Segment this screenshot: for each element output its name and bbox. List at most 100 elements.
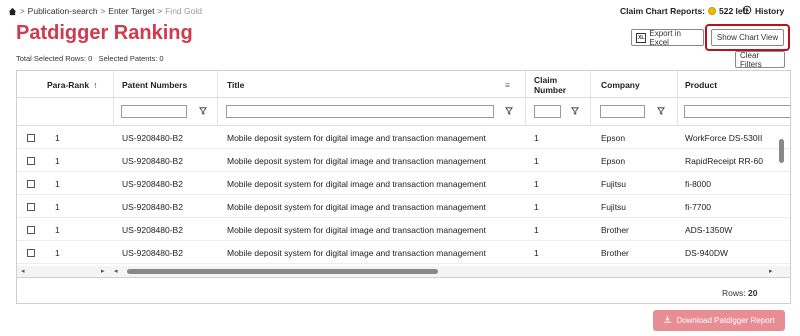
row-checkbox[interactable] bbox=[27, 133, 35, 142]
para-rank-label: Para-Rank bbox=[47, 79, 90, 90]
export-excel-button[interactable]: XL Export in Excel bbox=[631, 29, 704, 47]
company-cell: Epson bbox=[601, 155, 626, 166]
chevron-right-icon: > bbox=[157, 6, 163, 16]
para-rank-cell: 1 bbox=[55, 178, 60, 189]
product-cell: fi-7700 bbox=[685, 201, 711, 212]
company-cell: Brother bbox=[601, 247, 629, 258]
product-cell: ADS-1350W bbox=[685, 224, 733, 235]
rows-count-value: 20 bbox=[748, 288, 758, 298]
patent-number-cell: US-9208480-B2 bbox=[122, 247, 183, 258]
table-row[interactable]: 1 US-9208480-B2 Mobile deposit system fo… bbox=[17, 126, 790, 149]
claim-number-label: Claim Number bbox=[534, 74, 567, 95]
product-cell: WorkForce DS-530II bbox=[685, 132, 763, 143]
para-rank-cell: 1 bbox=[55, 132, 60, 143]
row-checkbox[interactable] bbox=[27, 156, 35, 165]
history-label: History bbox=[755, 6, 785, 16]
company-label: Company bbox=[601, 79, 640, 90]
chart-view-label: Show Chart View bbox=[716, 33, 779, 42]
table-header: Para-Rank ↑ Patent Numbers Title ≡ Claim… bbox=[17, 71, 790, 98]
column-menu-icon[interactable]: ≡ bbox=[505, 71, 510, 98]
download-label: Download Patdigger Report bbox=[676, 316, 775, 325]
title-label: Title bbox=[227, 79, 245, 90]
table-row[interactable]: 1 US-9208480-B2 Mobile deposit system fo… bbox=[17, 172, 790, 195]
sort-up-icon: ↑ bbox=[93, 79, 98, 90]
rows-label: Rows: bbox=[722, 288, 746, 298]
para-rank-cell: 1 bbox=[55, 155, 60, 166]
rows-count: Rows: 20 bbox=[722, 288, 757, 298]
selected-patents: Selected Patents: 0 bbox=[98, 54, 164, 63]
claim-number-cell: 1 bbox=[534, 178, 539, 189]
patent-number-cell: US-9208480-B2 bbox=[122, 178, 183, 189]
clear-filters-label: Clear Filters bbox=[740, 50, 762, 69]
patent-number-cell: US-9208480-B2 bbox=[122, 155, 183, 166]
claim-number-cell: 1 bbox=[534, 201, 539, 212]
breadcrumb-item-publication-search[interactable]: Publication-search bbox=[28, 6, 98, 16]
total-selected-rows: Total Selected Rows: 0 bbox=[16, 54, 93, 63]
row-checkbox[interactable] bbox=[27, 179, 35, 188]
company-filter-input[interactable] bbox=[600, 105, 645, 118]
title-filter-input[interactable] bbox=[226, 105, 494, 118]
top-bar: > Publication-search > Enter Target > Fi… bbox=[0, 0, 800, 22]
filter-icon[interactable] bbox=[505, 107, 513, 115]
column-header-company[interactable]: Company bbox=[601, 71, 640, 98]
column-header-patent-numbers[interactable]: Patent Numbers bbox=[122, 71, 187, 98]
title-cell: Mobile deposit system for digital image … bbox=[227, 224, 486, 235]
scroll-right-icon[interactable]: ▸ bbox=[101, 267, 105, 275]
scroll-left-icon[interactable]: ◂ bbox=[21, 267, 25, 275]
table-footer bbox=[16, 278, 791, 304]
patent-numbers-filter-input[interactable] bbox=[121, 105, 187, 118]
column-header-product[interactable]: Product bbox=[685, 71, 717, 98]
claim-number-filter-input[interactable] bbox=[534, 105, 561, 118]
row-checkbox[interactable] bbox=[27, 225, 35, 234]
reports-label: Claim Chart Reports: bbox=[620, 6, 706, 16]
vertical-scrollbar[interactable] bbox=[779, 139, 784, 163]
title-cell: Mobile deposit system for digital image … bbox=[227, 247, 486, 258]
filter-icon[interactable] bbox=[199, 107, 207, 115]
breadcrumb-item-find-gold: Find Gold bbox=[165, 6, 202, 16]
download-icon bbox=[663, 315, 672, 326]
row-checkbox[interactable] bbox=[27, 202, 35, 211]
column-header-para-rank[interactable]: Para-Rank ↑ bbox=[47, 71, 97, 98]
patent-number-cell: US-9208480-B2 bbox=[122, 132, 183, 143]
excel-icon: XL bbox=[636, 32, 647, 43]
scroll-left-icon[interactable]: ◂ bbox=[114, 267, 118, 275]
clear-filters-button[interactable]: Clear Filters bbox=[735, 50, 785, 69]
download-report-button[interactable]: Download Patdigger Report bbox=[653, 310, 785, 331]
filter-icon[interactable] bbox=[571, 107, 579, 115]
horizontal-scrollbar-thumb[interactable] bbox=[127, 269, 438, 274]
title-cell: Mobile deposit system for digital image … bbox=[227, 132, 486, 143]
chevron-right-icon: > bbox=[20, 6, 25, 16]
column-header-claim-number[interactable]: Claim Number bbox=[534, 71, 584, 98]
breadcrumb-item-enter-target[interactable]: Enter Target bbox=[108, 6, 154, 16]
breadcrumb: > Publication-search > Enter Target > Fi… bbox=[8, 6, 202, 16]
horizontal-scrollbar-track[interactable]: ◂ ▸ ◂ ▸ bbox=[17, 266, 790, 277]
table-row[interactable]: 1 US-9208480-B2 Mobile deposit system fo… bbox=[17, 195, 790, 218]
history-icon bbox=[742, 5, 752, 17]
title-cell: Mobile deposit system for digital image … bbox=[227, 178, 486, 189]
table-row[interactable]: 1 US-9208480-B2 Mobile deposit system fo… bbox=[17, 241, 790, 264]
product-cell: RapidReceipt RR-60 bbox=[685, 155, 763, 166]
table-row[interactable]: 1 US-9208480-B2 Mobile deposit system fo… bbox=[17, 149, 790, 172]
claim-number-cell: 1 bbox=[534, 155, 539, 166]
title-cell: Mobile deposit system for digital image … bbox=[227, 155, 486, 166]
row-checkbox[interactable] bbox=[27, 248, 35, 257]
show-chart-view-button[interactable]: Show Chart View bbox=[711, 29, 784, 46]
coin-icon bbox=[708, 7, 717, 15]
product-filter-input[interactable] bbox=[684, 105, 790, 118]
table-row[interactable]: 1 US-9208480-B2 Mobile deposit system fo… bbox=[17, 218, 790, 241]
column-header-title[interactable]: Title bbox=[227, 71, 244, 98]
para-rank-cell: 1 bbox=[55, 247, 60, 258]
claim-number-cell: 1 bbox=[534, 247, 539, 258]
product-cell: fi-8000 bbox=[685, 178, 711, 189]
patent-numbers-label: Patent Numbers bbox=[122, 79, 188, 90]
filter-icon[interactable] bbox=[657, 107, 665, 115]
scroll-right-icon[interactable]: ▸ bbox=[769, 267, 773, 275]
title-cell: Mobile deposit system for digital image … bbox=[227, 201, 486, 212]
company-cell: Brother bbox=[601, 224, 629, 235]
para-rank-cell: 1 bbox=[55, 201, 60, 212]
home-icon[interactable] bbox=[8, 7, 17, 16]
history-button[interactable]: History bbox=[742, 4, 784, 18]
patent-number-cell: US-9208480-B2 bbox=[122, 201, 183, 212]
company-cell: Fujitsu bbox=[601, 178, 627, 189]
chevron-right-icon: > bbox=[100, 6, 106, 16]
